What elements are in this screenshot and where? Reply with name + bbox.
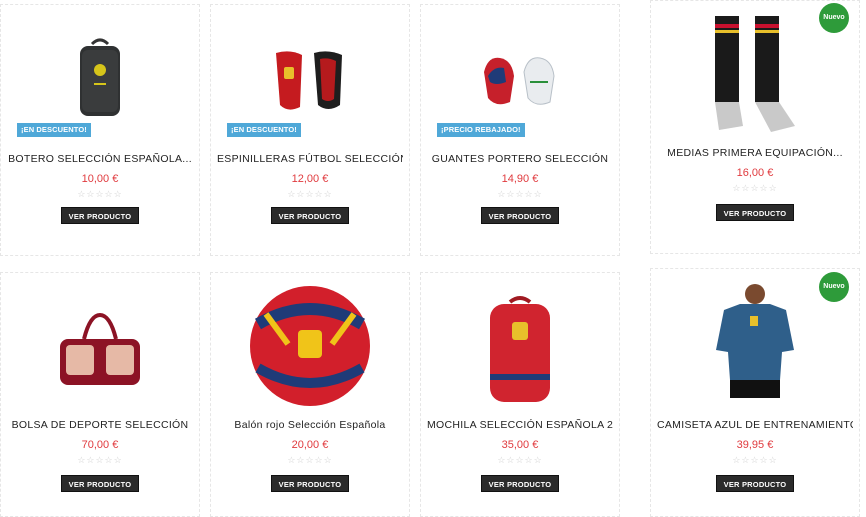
- product-title[interactable]: GUANTES PORTERO SELECCIÓN: [427, 153, 613, 165]
- view-product-button[interactable]: VER PRODUCTO: [481, 475, 559, 492]
- product-image[interactable]: [1, 301, 199, 401]
- rating-stars: ☆☆☆☆☆: [732, 183, 778, 193]
- view-product-button[interactable]: VER PRODUCTO: [716, 204, 794, 221]
- red-ball-icon: [250, 286, 370, 406]
- product-card[interactable]: MOCHILA SELECCIÓN ESPAÑOLA 2016 35,00 € …: [420, 272, 620, 517]
- product-image[interactable]: [421, 45, 619, 115]
- product-price: 35,00 €: [501, 439, 539, 451]
- product-price: 14,90 €: [501, 173, 539, 185]
- rating-stars: ☆☆☆☆☆: [497, 455, 543, 465]
- product-image[interactable]: [421, 293, 619, 407]
- product-card[interactable]: Nuevo MEDIAS PRIMERA EQUIPACIÓN... 16,00…: [650, 0, 860, 254]
- product-card[interactable]: BOLSA DE DEPORTE SELECCIÓN 70,00 € ☆☆☆☆☆…: [0, 272, 200, 517]
- product-title[interactable]: BOTERO SELECCIÓN ESPAÑOLA...: [7, 153, 193, 165]
- product-title[interactable]: MEDIAS PRIMERA EQUIPACIÓN...: [657, 147, 853, 159]
- product-image[interactable]: [211, 283, 409, 409]
- rating-stars: ☆☆☆☆☆: [77, 189, 123, 199]
- product-title[interactable]: Balón rojo Selección Española: [217, 419, 403, 431]
- product-price: 10,00 €: [81, 173, 119, 185]
- rating-stars: ☆☆☆☆☆: [287, 189, 333, 199]
- product-price: 39,95 €: [736, 439, 774, 451]
- discount-badge: ¡PRECIO REBAJADO!: [437, 123, 525, 137]
- product-card[interactable]: Nuevo CAMISETA AZUL DE ENTRENAMIENTO... …: [650, 268, 860, 517]
- goalkeeper-gloves-icon: [484, 57, 555, 105]
- product-title[interactable]: CAMISETA AZUL DE ENTRENAMIENTO...: [657, 419, 853, 431]
- product-title[interactable]: ESPINILLERAS FÚTBOL SELECCIÓN...: [217, 153, 403, 165]
- rating-stars: ☆☆☆☆☆: [497, 189, 543, 199]
- rating-stars: ☆☆☆☆☆: [287, 455, 333, 465]
- view-product-button[interactable]: VER PRODUCTO: [61, 207, 139, 224]
- view-product-button[interactable]: VER PRODUCTO: [481, 207, 559, 224]
- product-card[interactable]: ¡EN DESCUENTO! ESPINILLERAS FÚTBOL SELEC…: [210, 4, 410, 256]
- product-image[interactable]: [211, 41, 409, 121]
- product-title[interactable]: BOLSA DE DEPORTE SELECCIÓN: [7, 419, 193, 431]
- rating-stars: ☆☆☆☆☆: [77, 455, 123, 465]
- discount-badge: ¡EN DESCUENTO!: [227, 123, 301, 137]
- product-image[interactable]: [1, 35, 199, 121]
- product-card[interactable]: Balón rojo Selección Española 20,00 € ☆☆…: [210, 272, 410, 517]
- product-grid: ¡EN DESCUENTO! BOTERO SELECCIÓN ESPAÑOLA…: [0, 0, 866, 517]
- product-price: 20,00 €: [291, 439, 329, 451]
- view-product-button[interactable]: VER PRODUCTO: [716, 475, 794, 492]
- socks-icon: [715, 16, 795, 132]
- product-card[interactable]: ¡EN DESCUENTO! BOTERO SELECCIÓN ESPAÑOLA…: [0, 4, 200, 256]
- product-card[interactable]: ¡PRECIO REBAJADO! GUANTES PORTERO SELECC…: [420, 4, 620, 256]
- rating-stars: ☆☆☆☆☆: [732, 455, 778, 465]
- view-product-button[interactable]: VER PRODUCTO: [271, 475, 349, 492]
- product-price: 12,00 €: [291, 173, 329, 185]
- new-badge: Nuevo: [819, 272, 849, 302]
- boot-bag-icon: [80, 38, 120, 116]
- discount-badge: ¡EN DESCUENTO!: [17, 123, 91, 137]
- view-product-button[interactable]: VER PRODUCTO: [61, 475, 139, 492]
- blue-shirt-icon: [716, 284, 794, 398]
- new-badge: Nuevo: [819, 3, 849, 33]
- product-price: 70,00 €: [81, 439, 119, 451]
- view-product-button[interactable]: VER PRODUCTO: [271, 207, 349, 224]
- sports-bag-icon: [60, 312, 140, 385]
- product-price: 16,00 €: [736, 167, 774, 179]
- backpack-icon: [490, 296, 550, 402]
- product-title[interactable]: MOCHILA SELECCIÓN ESPAÑOLA 2016: [427, 419, 613, 431]
- shin-guards-icon: [276, 51, 342, 110]
